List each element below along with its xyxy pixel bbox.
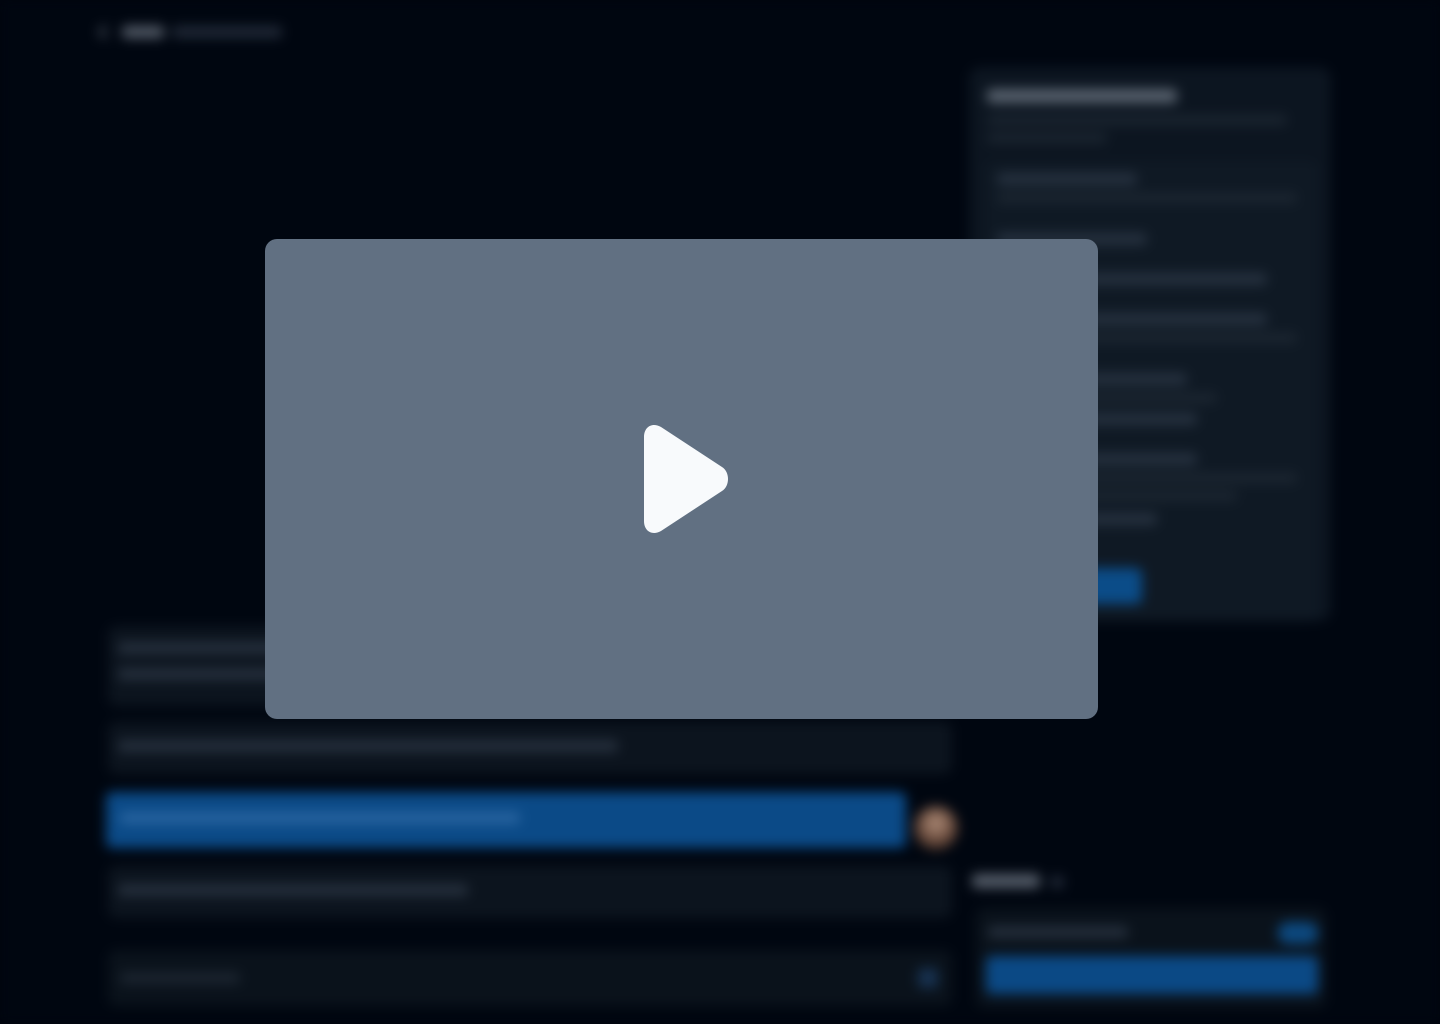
user-message bbox=[106, 792, 906, 848]
send-icon bbox=[918, 968, 938, 988]
chat-message bbox=[108, 866, 952, 918]
credits-button bbox=[986, 956, 1318, 994]
credits-badge bbox=[1278, 922, 1318, 944]
back-link bbox=[97, 24, 290, 40]
back-arrow-icon bbox=[97, 24, 113, 40]
message-input bbox=[108, 950, 952, 1006]
credits-heading bbox=[972, 874, 1040, 888]
video-player[interactable] bbox=[265, 239, 1098, 719]
play-icon[interactable] bbox=[634, 423, 730, 535]
avatar bbox=[914, 806, 958, 850]
play-button[interactable] bbox=[634, 423, 730, 535]
chat-message bbox=[108, 722, 952, 774]
info-icon bbox=[1050, 876, 1064, 888]
